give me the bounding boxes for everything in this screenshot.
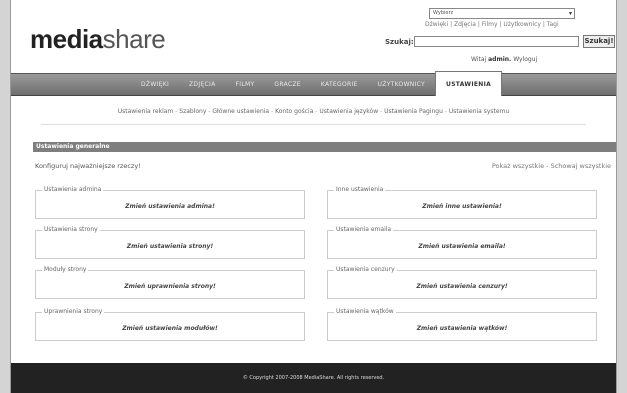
settings-box-legend: Ustawienia admina: [42, 186, 104, 193]
search-category-value: Wybierz: [433, 10, 454, 16]
nav-item-categories[interactable]: KATEGORIE: [311, 74, 368, 97]
logout-link[interactable]: Wyloguj: [513, 56, 537, 63]
welcome-prefix: Witaj: [471, 56, 487, 63]
settings-box-site: Ustawienia strony Zmień ustawienia stron…: [35, 226, 305, 259]
settings-box-link[interactable]: Zmień ustawienia strony!: [36, 243, 304, 250]
search-category-select[interactable]: Wybierz ▾: [429, 8, 575, 19]
panel-description: Konfiguruj najważniejsze rzeczy!: [35, 162, 141, 170]
sub-link-languages[interactable]: Ustawienia języków: [319, 108, 378, 115]
settings-box-modules: Moduły strony Zmień uprawnienia strony!: [35, 266, 305, 299]
settings-box-legend: Ustawienia wątków: [334, 308, 396, 315]
settings-box-legend: Ustawienia cenzury: [334, 266, 397, 273]
nav-item-videos[interactable]: FILMY: [226, 74, 265, 97]
welcome-text: Witaj admin. Wyloguj: [471, 56, 537, 63]
show-hide-controls: Pokaż wszystkie - Schowaj wszystkie: [491, 162, 611, 170]
main-nav: DŹWIĘKI ZDJĘCIA FILMY GRACZE KATEGORIE U…: [11, 71, 616, 97]
sub-link-guest[interactable]: Konto gościa: [275, 108, 313, 115]
settings-box-legend: Ustawienia strony: [42, 226, 100, 233]
sub-link-system[interactable]: Ustawienia systemu: [449, 108, 509, 115]
footer: © Copyright 2007-2008 MediaShare. All ri…: [11, 363, 616, 393]
page-frame: mediashare Wybierz ▾ Dźwięki | Zdjęcia |…: [10, 0, 617, 393]
settings-box-censorship: Ustawienia cenzury Zmień ustawienia cenz…: [327, 266, 597, 299]
settings-box-permissions: Uprawnienia strony Zmień ustawienia modu…: [35, 308, 305, 341]
settings-box-legend: Ustawienia emaila: [334, 226, 394, 233]
panel-title: Ustawienia generalne: [33, 142, 616, 152]
settings-box-admin: Ustawienia admina Zmień ustawienia admin…: [35, 186, 305, 219]
search-button[interactable]: Szukaj!: [583, 35, 615, 48]
settings-box-link[interactable]: Zmień ustawienia cenzury!: [328, 283, 596, 290]
settings-box-link[interactable]: Zmień uprawnienia strony!: [36, 283, 304, 290]
settings-box-link[interactable]: Zmień ustawienia admina!: [36, 203, 304, 210]
settings-box-legend: Moduły strony: [42, 266, 89, 273]
nav-item-players[interactable]: GRACZE: [264, 74, 310, 97]
settings-box-link[interactable]: Zmień ustawienia wątków!: [328, 325, 596, 332]
settings-box-other: Inne ustawienia Zmień inne ustawienia!: [327, 186, 597, 219]
settings-box-legend: Inne ustawienia: [334, 186, 386, 193]
divider: [41, 124, 586, 125]
settings-box-email: Ustawienia emaila Zmień ustawienia email…: [327, 226, 597, 259]
footer-copyright: © Copyright 2007-2008 MediaShare. All ri…: [242, 375, 385, 381]
search-category-links[interactable]: Dźwięki | Zdjęcia | Filmy | Użytkownicy …: [425, 21, 559, 28]
hide-all-link[interactable]: Schowaj wszystkie: [551, 162, 611, 170]
site-logo[interactable]: mediashare: [30, 24, 166, 55]
settings-box-link[interactable]: Zmień ustawienia emaila!: [328, 243, 596, 250]
settings-box-threads: Ustawienia wątków Zmień ustawienia wątkó…: [327, 308, 597, 341]
nav-item-settings[interactable]: USTAWIENIA: [435, 71, 503, 96]
nav-item-sounds[interactable]: DŹWIĘKI: [131, 74, 179, 97]
sub-link-ads[interactable]: Ustawienia reklam: [118, 108, 174, 115]
sub-link-paging[interactable]: Ustawienia Pagingu: [384, 108, 443, 115]
settings-box-link[interactable]: Zmień ustawienia modułów!: [36, 325, 304, 332]
logo-part-share: share: [102, 24, 166, 54]
search-input[interactable]: [414, 36, 579, 47]
settings-box-legend: Uprawnienia strony: [42, 308, 105, 315]
settings-sub-nav: Ustawienia reklam - Szablony - Główne us…: [117, 108, 510, 115]
sub-link-templates[interactable]: Szablony: [179, 108, 206, 115]
show-all-link[interactable]: Pokaż wszystkie: [492, 162, 544, 170]
nav-item-users[interactable]: UŻYTKOWNICY: [368, 74, 435, 97]
logo-part-media: media: [30, 24, 103, 54]
welcome-username: admin.: [488, 56, 512, 63]
header: mediashare Wybierz ▾ Dźwięki | Zdjęcia |…: [11, 0, 616, 72]
settings-box-link[interactable]: Zmień inne ustawienia!: [328, 203, 596, 210]
search-label: Szukaj:: [385, 38, 414, 46]
chevron-down-icon: ▾: [568, 10, 572, 17]
nav-item-photos[interactable]: ZDJĘCIA: [179, 74, 225, 97]
sub-link-main[interactable]: Główne ustawienia: [212, 108, 269, 115]
